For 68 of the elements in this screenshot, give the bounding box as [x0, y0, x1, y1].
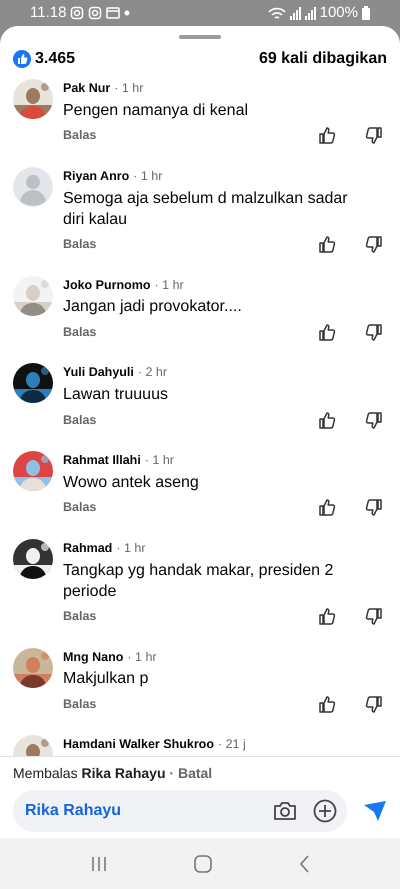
comment-text: Tangkap yg handak makar, presiden 2 periode — [63, 560, 334, 602]
add-icon[interactable] — [313, 799, 337, 823]
commenter-name[interactable]: Rahmad — [63, 538, 112, 558]
like-count[interactable]: 3.465 — [35, 47, 76, 71]
thumbs-up-icon[interactable] — [318, 694, 337, 714]
thumbs-down-icon[interactable] — [364, 410, 383, 430]
reply-link[interactable]: Balas — [63, 235, 96, 254]
comment-time: · 21 j — [218, 736, 246, 754]
commenter-name[interactable]: Hamdani Walker Shukroo — [63, 735, 214, 754]
commenter-name[interactable]: Pak Nur — [63, 79, 110, 98]
clock-time: 11.18 — [30, 2, 66, 23]
comment-field[interactable]: Rika Rahayu — [13, 790, 347, 832]
thumbs-down-icon[interactable] — [364, 235, 383, 254]
comment-time: · 1 hr — [154, 276, 184, 294]
thumbs-down-icon[interactable] — [364, 322, 383, 342]
comment-text: Jangan jadi provokator.... — [63, 297, 243, 318]
comment-time: · 1 hr — [133, 168, 162, 185]
reply-link[interactable]: Balas — [63, 694, 96, 714]
thumbs-up-icon[interactable] — [318, 607, 337, 626]
battery-percent: 100% — [320, 2, 358, 23]
comment-time: · 1 hr — [114, 80, 144, 97]
comment-time: · 1 hr — [127, 648, 157, 666]
home-icon[interactable] — [192, 854, 213, 874]
reply-link[interactable]: Balas — [63, 498, 96, 518]
window-icon — [106, 6, 120, 20]
drag-handle[interactable] — [179, 35, 221, 39]
reply-link[interactable]: Balas — [63, 322, 96, 342]
send-icon[interactable] — [363, 799, 387, 823]
reply-link[interactable]: Balas — [63, 410, 96, 430]
thumbs-up-icon[interactable] — [318, 235, 337, 254]
thumbs-up-icon[interactable] — [318, 322, 337, 342]
commenter-name[interactable]: Yuli Dahyuli — [63, 363, 134, 382]
thumbs-down-icon[interactable] — [364, 498, 383, 518]
thumbs-up-icon[interactable] — [318, 126, 337, 146]
comment-text: Makjulkan p — [63, 669, 150, 690]
share-count[interactable]: 69 kali dibagikan — [258, 47, 387, 71]
comment-text: Wowo antek aseng — [63, 472, 200, 493]
reply-link[interactable]: Balas — [63, 607, 96, 626]
dot-icon — [124, 10, 130, 16]
thumbs-down-icon[interactable] — [364, 126, 383, 146]
camera-app-icon — [70, 6, 84, 20]
wifi-icon — [268, 6, 286, 20]
reply-link[interactable]: Balas — [63, 126, 96, 146]
back-icon[interactable] — [298, 854, 310, 874]
signal-icon — [304, 6, 316, 20]
thumbs-up-icon[interactable] — [318, 410, 337, 430]
comment-text: Lawan truuuus — [63, 385, 169, 405]
commenter-name[interactable]: Rahmat Illahi — [63, 451, 141, 470]
signal-icon — [290, 6, 301, 20]
thumbs-down-icon[interactable] — [364, 694, 383, 714]
avatar-icon — [13, 166, 53, 207]
comment-input[interactable]: Rika Rahayu — [25, 799, 175, 823]
commenter-name[interactable]: Joko Purnomo — [63, 276, 151, 294]
comment-text: Pengen namanya di kenal — [63, 100, 250, 121]
camera-app-icon — [88, 6, 102, 20]
cancel-link[interactable]: · Batal — [169, 765, 212, 781]
comment-time: · 1 hr — [144, 452, 174, 469]
comment-time: · 2 hr — [138, 364, 168, 382]
replying-label: Membalas Rika Rahayu · Batal — [13, 764, 214, 783]
like-icon — [13, 50, 31, 68]
comment-time: · 1 hr — [116, 540, 146, 557]
thumbs-up-icon[interactable] — [318, 498, 337, 518]
comment-text: Semoga aja sebelum d malzulkan sadar diri kalau — [63, 188, 349, 230]
commenter-name[interactable]: Riyan Anro — [63, 166, 130, 186]
camera-icon[interactable] — [273, 799, 297, 823]
battery-icon — [362, 6, 370, 20]
thumbs-down-icon[interactable] — [364, 607, 383, 626]
commenter-name[interactable]: Mng Nano — [63, 648, 124, 666]
